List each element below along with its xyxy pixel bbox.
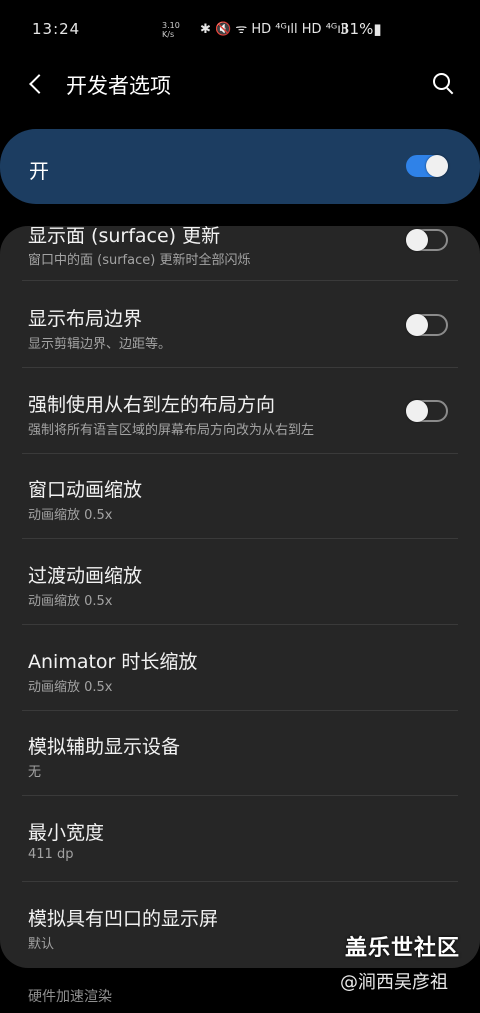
setting-title: 显示面 (surface) 更新 bbox=[28, 226, 221, 247]
setting-title: 模拟辅助显示设备 bbox=[28, 736, 181, 758]
setting-title: 窗口动画缩放 bbox=[28, 479, 143, 501]
setting-row-simulate-secondary-display[interactable]: 模拟辅助显示设备 无 bbox=[0, 711, 480, 796]
status-bar: 13:24 3.10 K/s ✱ 🔇 ᯤ HD ⁴ᴳıll HD ⁴ᴳıll 3… bbox=[0, 0, 480, 60]
setting-subtitle: 窗口中的面 (surface) 更新时全部闪烁 bbox=[28, 253, 251, 268]
master-switch-label: 开 bbox=[29, 159, 49, 183]
row-divider bbox=[22, 881, 458, 882]
toggle-switch-surface-updates[interactable] bbox=[406, 229, 448, 251]
setting-subtitle: 动画缩放 0.5x bbox=[28, 680, 113, 695]
row-divider bbox=[22, 367, 458, 368]
network-speed-unit: K/s bbox=[162, 30, 175, 39]
developer-options-master-switch-row[interactable]: 开 bbox=[0, 129, 480, 204]
setting-row-show-layout-bounds[interactable]: 显示布局边界 显示剪辑边界、边距等。 bbox=[0, 283, 480, 368]
setting-subtitle: 411 dp bbox=[28, 847, 74, 862]
setting-row-window-animation-scale[interactable]: 窗口动画缩放 动画缩放 0.5x bbox=[0, 454, 480, 539]
setting-subtitle: 无 bbox=[28, 765, 42, 780]
setting-title: Animator 时长缩放 bbox=[28, 651, 198, 673]
setting-title: 过渡动画缩放 bbox=[28, 565, 143, 587]
master-toggle-switch[interactable] bbox=[406, 155, 448, 177]
watermark-community-name: 盖乐世社区 bbox=[345, 936, 461, 961]
setting-subtitle: 显示剪辑边界、边距等。 bbox=[28, 337, 172, 352]
row-divider bbox=[22, 795, 458, 796]
network-speed-value: 3.10 bbox=[162, 21, 180, 30]
setting-title: 模拟具有凹口的显示屏 bbox=[28, 908, 219, 930]
page-title: 开发者选项 bbox=[66, 74, 171, 98]
section-header-hardware-rendering: 硬件加速渲染 bbox=[28, 989, 112, 1005]
setting-row-smallest-width[interactable]: 最小宽度 411 dp bbox=[0, 797, 480, 882]
setting-subtitle: 动画缩放 0.5x bbox=[28, 508, 113, 523]
setting-subtitle: 动画缩放 0.5x bbox=[28, 594, 113, 609]
battery-indicator: 31%▮ bbox=[340, 20, 382, 38]
setting-title: 强制使用从右到左的布局方向 bbox=[28, 394, 276, 416]
search-icon[interactable] bbox=[430, 70, 458, 98]
row-divider bbox=[22, 280, 458, 281]
status-icons: ✱ 🔇 ᯤ HD ⁴ᴳıll HD ⁴ᴳıll bbox=[200, 22, 349, 37]
app-header: 开发者选项 bbox=[0, 60, 480, 110]
settings-list: 显示面 (surface) 更新 窗口中的面 (surface) 更新时全部闪烁… bbox=[0, 226, 480, 968]
setting-title: 显示布局边界 bbox=[28, 308, 143, 330]
status-time: 13:24 bbox=[32, 20, 81, 38]
setting-row-show-surface-updates[interactable]: 显示面 (surface) 更新 窗口中的面 (surface) 更新时全部闪烁 bbox=[0, 226, 480, 281]
row-divider bbox=[22, 624, 458, 625]
back-arrow-icon[interactable] bbox=[26, 70, 52, 98]
setting-title: 最小宽度 bbox=[28, 822, 105, 844]
network-speed: 3.10 K/s bbox=[162, 21, 180, 39]
setting-row-animator-duration-scale[interactable]: Animator 时长缩放 动画缩放 0.5x bbox=[0, 626, 480, 711]
toggle-switch-layout-bounds[interactable] bbox=[406, 314, 448, 336]
watermark-author: @涧西吴彦祖 bbox=[340, 972, 448, 993]
setting-row-force-rtl[interactable]: 强制使用从右到左的布局方向 强制将所有语言区域的屏幕布局方向改为从右到左 bbox=[0, 369, 480, 454]
setting-subtitle: 强制将所有语言区域的屏幕布局方向改为从右到左 bbox=[28, 423, 315, 438]
toggle-switch-force-rtl[interactable] bbox=[406, 400, 448, 422]
setting-row-transition-animation-scale[interactable]: 过渡动画缩放 动画缩放 0.5x bbox=[0, 540, 480, 625]
setting-subtitle: 默认 bbox=[28, 937, 55, 952]
row-divider bbox=[22, 538, 458, 539]
